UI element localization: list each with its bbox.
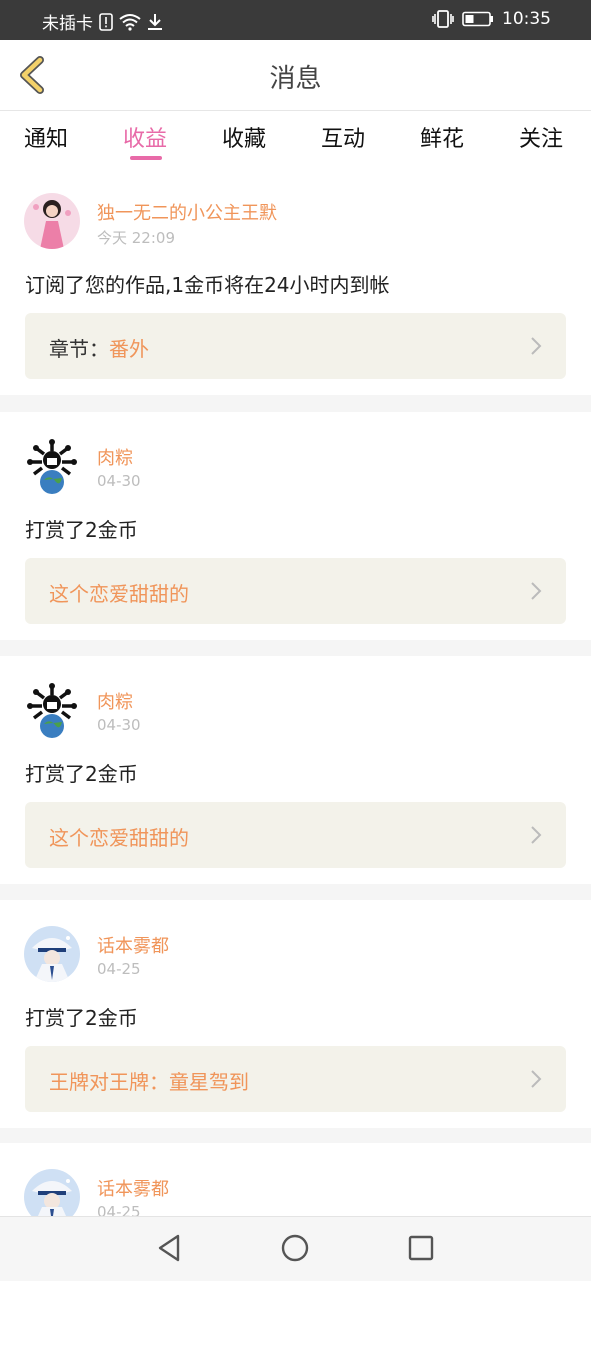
user-name[interactable]: 独一无二的小公主王默 — [97, 199, 277, 225]
work-link[interactable]: 这个恋爱甜甜的 — [25, 558, 566, 624]
chapter-title: 番外 — [109, 337, 149, 361]
message-card: 独一无二的小公主王默 今天 22:09 订阅了您的作品,1金币将在24小时内到帐… — [0, 167, 591, 395]
user-name[interactable]: 肉粽 — [97, 444, 133, 470]
header-bar: 消息 — [0, 40, 591, 111]
tab-favorites[interactable]: 收藏 — [222, 121, 266, 153]
avatar[interactable] — [24, 926, 80, 982]
chevron-right-icon — [531, 337, 542, 355]
chevron-right-icon — [531, 826, 542, 844]
tab-flowers[interactable]: 鲜花 — [420, 121, 464, 153]
avatar[interactable] — [24, 682, 80, 738]
chevron-right-icon — [531, 1070, 542, 1088]
message-card: 话本雾都 04-25 打赏了2金币 王牌对王牌：童星驾到 — [0, 900, 591, 1128]
message-card: 肉粽 04-30 打赏了2金币 这个恋爱甜甜的 — [0, 656, 591, 884]
work-title: 王牌对王牌：童星驾到 — [49, 1070, 249, 1094]
avatar[interactable] — [24, 438, 80, 494]
wifi-icon — [119, 13, 141, 31]
carrier-text: 未插卡 — [42, 14, 93, 34]
user-name[interactable]: 话本雾都 — [97, 932, 169, 958]
chapter-link[interactable]: 章节：番外 — [25, 313, 566, 379]
battery-icon — [462, 11, 494, 27]
chapter-label: 章节： — [49, 337, 109, 361]
message-text: 打赏了2金币 — [25, 762, 138, 786]
timestamp: 04-30 — [97, 716, 141, 734]
tab-following[interactable]: 关注 — [519, 121, 563, 153]
chevron-right-icon — [531, 582, 542, 600]
status-bar: 未插卡 10:35 — [0, 0, 591, 40]
timestamp: 04-25 — [97, 960, 141, 978]
nav-recents-button[interactable] — [404, 1231, 438, 1265]
avatar[interactable] — [24, 193, 80, 249]
tab-interactions[interactable]: 互动 — [321, 121, 365, 153]
chapter-ref: 章节：番外 — [49, 333, 149, 362]
message-text: 打赏了2金币 — [25, 1006, 138, 1030]
message-text: 订阅了您的作品,1金币将在24小时内到帐 — [25, 273, 390, 297]
work-title: 这个恋爱甜甜的 — [49, 826, 189, 850]
timestamp: 04-30 — [97, 472, 141, 490]
system-nav-bar — [0, 1216, 591, 1281]
tab-earnings[interactable]: 收益 — [123, 121, 167, 153]
tab-notifications[interactable]: 通知 — [24, 121, 68, 153]
work-title: 这个恋爱甜甜的 — [49, 582, 189, 606]
work-link[interactable]: 这个恋爱甜甜的 — [25, 802, 566, 868]
timestamp: 今天 22:09 — [97, 229, 175, 247]
recents-square-icon — [408, 1235, 434, 1261]
back-triangle-icon — [158, 1234, 180, 1262]
user-name[interactable]: 话本雾都 — [97, 1175, 169, 1201]
user-name[interactable]: 肉粽 — [97, 688, 133, 714]
clock-text: 10:35 — [502, 9, 551, 29]
nav-home-button[interactable] — [278, 1231, 312, 1265]
nav-back-button[interactable] — [152, 1231, 186, 1265]
active-tab-indicator — [130, 156, 162, 160]
download-icon — [147, 13, 163, 31]
message-text: 打赏了2金币 — [25, 518, 138, 542]
page-title: 消息 — [269, 64, 322, 94]
vibrate-icon — [432, 10, 454, 28]
sim-alert-icon — [99, 12, 113, 31]
home-circle-icon — [281, 1234, 309, 1262]
tab-bar: 通知 收益 收藏 互动 鲜花 关注 — [0, 111, 591, 167]
message-card: 肉粽 04-30 打赏了2金币 这个恋爱甜甜的 — [0, 412, 591, 640]
work-link[interactable]: 王牌对王牌：童星驾到 — [25, 1046, 566, 1112]
